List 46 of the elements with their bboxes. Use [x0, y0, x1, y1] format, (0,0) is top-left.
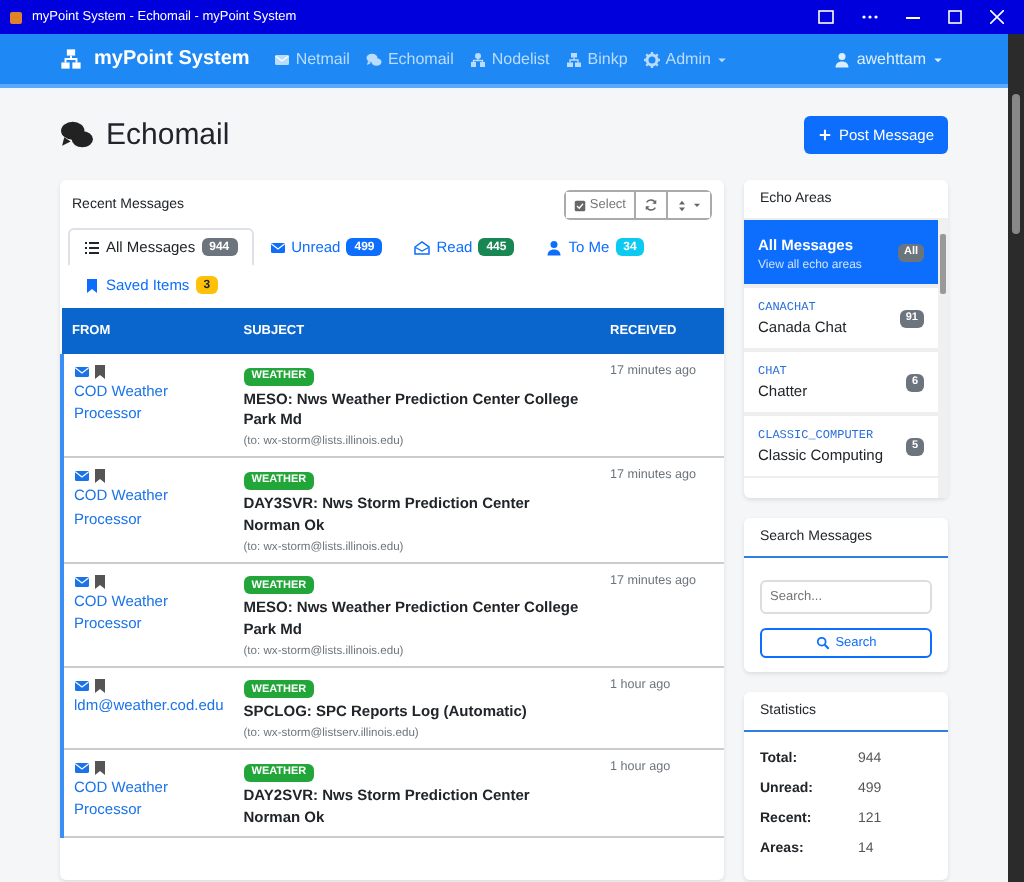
- envelope-icon: [273, 51, 290, 67]
- bookmark-icon: [92, 573, 108, 589]
- maximize-icon[interactable]: [948, 10, 962, 24]
- close-icon[interactable]: [990, 10, 1004, 24]
- envelope-icon: [74, 468, 90, 485]
- scrollbar[interactable]: [1008, 34, 1024, 882]
- nav-link[interactable]: Binkp: [587, 50, 628, 68]
- user-icon: [546, 239, 563, 255]
- plus-icon: [818, 127, 833, 141]
- network-icon: [60, 48, 82, 70]
- bookmark-icon: [92, 760, 108, 777]
- user-icon: [834, 51, 851, 67]
- list-icon: [84, 239, 100, 255]
- nav-link[interactable]: Nodelist: [491, 50, 550, 68]
- envelope-icon: [74, 677, 90, 694]
- page-title: Echomail: [106, 117, 230, 151]
- caret-icon: [692, 200, 702, 210]
- gear-icon: [643, 51, 660, 67]
- bookmark-icon: [92, 364, 108, 380]
- envelope-icon: [74, 573, 90, 589]
- caret-icon: [932, 53, 944, 65]
- user-menu[interactable]: awehttam: [856, 50, 926, 68]
- checkbox-icon: [573, 199, 586, 211]
- refresh-icon: [644, 198, 658, 212]
- bookmark-icon: [92, 677, 108, 694]
- comments-icon: [60, 117, 94, 151]
- bookmark-icon: [92, 468, 108, 485]
- caret-icon: [716, 53, 729, 65]
- search-icon: [815, 636, 830, 650]
- scrollbar[interactable]: [938, 218, 948, 498]
- more-icon[interactable]: [862, 14, 878, 20]
- minimize-icon[interactable]: [906, 15, 920, 19]
- app-icon: [10, 11, 22, 23]
- comments-icon: [365, 51, 382, 67]
- nav-link[interactable]: Admin: [665, 50, 711, 68]
- sitemap-icon: [469, 51, 486, 67]
- brand-name[interactable]: myPoint System: [94, 48, 250, 70]
- envelope-icon: [269, 239, 286, 255]
- envelope-icon: [74, 364, 90, 380]
- envelope-open-icon: [414, 239, 431, 255]
- sort-icon: [676, 199, 688, 211]
- nav-link[interactable]: Netmail: [295, 50, 350, 68]
- bookmark-icon: [84, 277, 100, 293]
- nav-link[interactable]: Echomail: [387, 50, 454, 68]
- envelope-icon: [74, 760, 90, 777]
- network-icon: [565, 51, 582, 67]
